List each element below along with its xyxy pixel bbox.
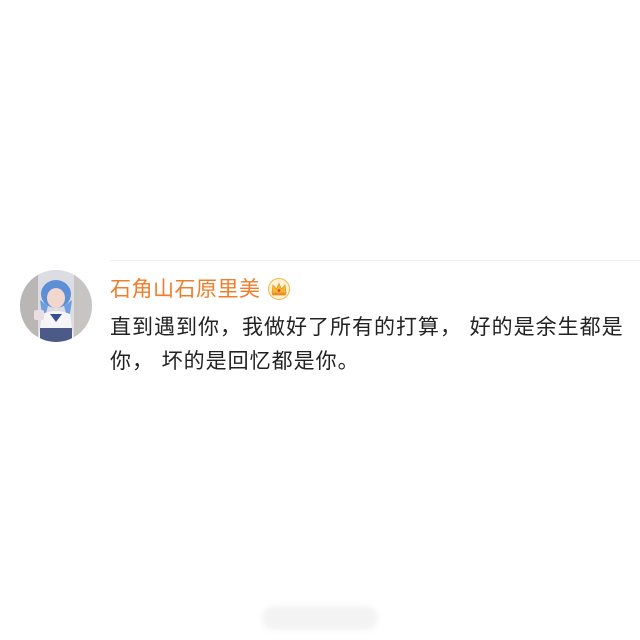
- avatar[interactable]: [20, 270, 92, 342]
- comment-body: 石角山石原里美 直到遇到你，我做好了所有的打算， 好的是余生都是你， 坏的是回忆…: [110, 274, 630, 378]
- blurred-watermark: [262, 606, 378, 630]
- name-row: 石角山石原里美: [110, 274, 630, 304]
- screen: 石角山石原里美 直到遇到你，我做好了所有的打算， 好的是余生都是你， 坏的是回忆…: [0, 0, 640, 640]
- username[interactable]: 石角山石原里美: [110, 274, 261, 304]
- comment-text: 直到遇到你，我做好了所有的打算， 好的是余生都是你， 坏的是回忆都是你。: [110, 315, 624, 373]
- crown-icon: [267, 278, 291, 300]
- avatar-image: [20, 270, 92, 342]
- divider: [110, 260, 640, 261]
